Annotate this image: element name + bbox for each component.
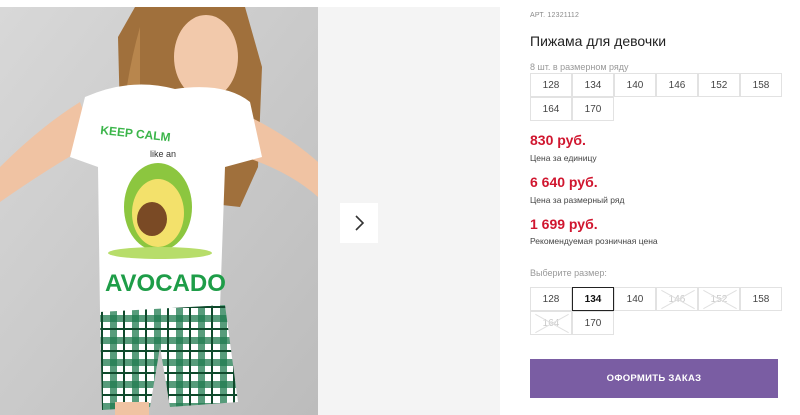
pack-size-cell: 152 [698,73,740,97]
place-order-button[interactable]: ОФОРМИТЬ ЗАКАЗ [530,359,778,398]
pack-size-grid: 128 134 140 146 152 158 164 170 [530,73,782,121]
shirt-text-mid: like an [150,149,176,159]
pack-note: 8 шт. в размерном ряду [530,62,629,72]
size-picker-grid: 128 134 140 146 152 158 164 170 [530,287,782,335]
pack-size-cell: 170 [572,97,614,121]
product-gallery: KEEP CALM like an AVOCADO [0,7,500,415]
pack-size-cell: 146 [656,73,698,97]
unit-price-label: Цена за единицу [530,153,597,163]
product-sku: АРТ. 12321112 [530,12,580,19]
product-title: Пижама для девочки [530,33,667,49]
size-option[interactable]: 170 [572,311,614,335]
size-option: 146 [656,287,698,311]
pack-size-cell: 158 [740,73,782,97]
pack-size-cell: 128 [530,73,572,97]
pack-size-cell: 140 [614,73,656,97]
size-option[interactable]: 134 [572,287,614,311]
shirt-text-bottom: AVOCADO [105,270,226,297]
size-option[interactable]: 158 [740,287,782,311]
size-picker-label: Выберите размер: [530,268,607,278]
retail-price-label: Рекомендуемая розничная цена [530,236,658,246]
unit-price: 830 руб. [530,132,586,148]
product-info: АРТ. 12321112 Пижама для девочки 8 шт. в… [530,0,800,415]
chevron-right-icon [355,215,365,231]
size-option[interactable]: 128 [530,287,572,311]
next-image-button[interactable] [340,203,378,243]
pack-size-cell: 164 [530,97,572,121]
size-option: 164 [530,311,572,335]
pack-size-cell: 134 [572,73,614,97]
product-page: KEEP CALM like an AVOCADO АРТ. 12321112 … [0,0,800,415]
retail-price: 1 699 руб. [530,216,598,232]
product-photo: KEEP CALM like an AVOCADO [0,7,318,415]
size-option[interactable]: 140 [614,287,656,311]
size-option: 152 [698,287,740,311]
pack-price: 6 640 руб. [530,174,598,190]
pack-price-label: Цена за размерный ряд [530,195,625,205]
